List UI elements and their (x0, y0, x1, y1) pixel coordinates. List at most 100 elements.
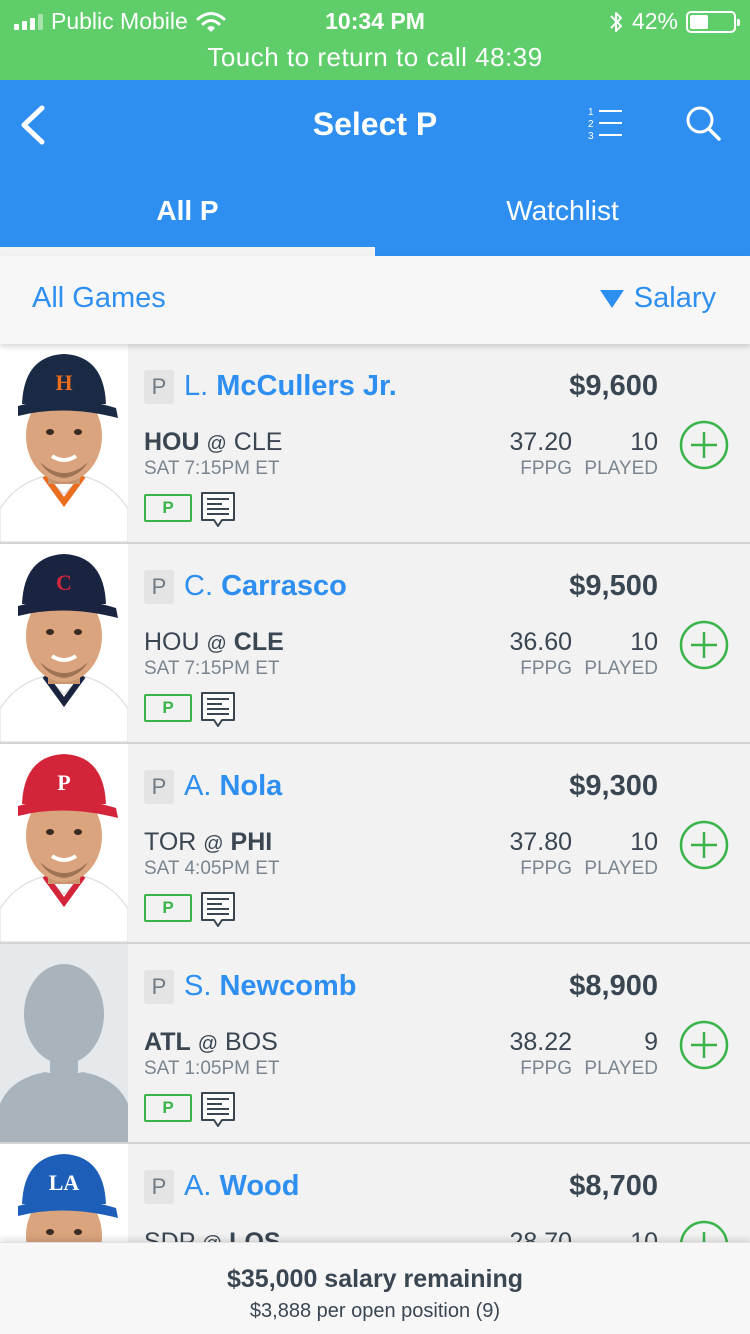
at-symbol: @ (203, 833, 224, 855)
home-team: CLE (233, 428, 283, 456)
player-last-name: McCullers Jr. (216, 370, 397, 402)
player-name[interactable]: A. Nola (184, 770, 282, 803)
per-position-salary: $3,888 per open position (9) (249, 1300, 501, 1322)
player-first-initial: S. (184, 970, 212, 1002)
away-team: HOU (144, 428, 200, 456)
matchup: SDP @ LOS (144, 1228, 281, 1242)
position-tag[interactable]: P (144, 894, 192, 922)
salary-footer: $35,000 salary remaining $3,888 per open… (0, 1242, 750, 1334)
home-team: CLE (233, 628, 284, 656)
ranked-list-icon[interactable]: 1 2 3 (586, 104, 626, 144)
fppg-value: 37.20 (509, 428, 572, 456)
fppg-label: FPPG (520, 658, 572, 679)
player-list[interactable]: H P L. McCullers Jr. $9,600 HOU @ CLE SA… (0, 344, 750, 1242)
player-name[interactable]: L. McCullers Jr. (184, 370, 397, 403)
sort-salary-button[interactable]: Salary (599, 282, 716, 315)
return-to-call-banner[interactable]: Touch to return to call 48:39 (0, 42, 750, 73)
player-salary: $8,700 (569, 1170, 658, 1202)
matchup: HOU @ CLE (144, 428, 282, 457)
add-player-icon[interactable] (679, 620, 729, 670)
player-name[interactable]: C. Carrasco (184, 570, 347, 603)
player-first-initial: L. (184, 370, 209, 402)
fppg-value: 37.80 (509, 828, 572, 856)
player-name[interactable]: S. Newcomb (184, 970, 356, 1003)
games-played-label: PLAYED (584, 858, 658, 879)
add-player-icon[interactable] (679, 420, 729, 470)
position-badge: P (144, 1170, 174, 1204)
nav-header: Select P 1 2 3 All P Watchlist (0, 80, 750, 256)
player-row[interactable]: P P A. Nola $9,300 TOR @ PHI SAT 4:05PM … (0, 744, 750, 944)
games-played-label: PLAYED (584, 658, 658, 679)
games-played-value: 10 (630, 428, 658, 456)
position-badge: P (144, 970, 174, 1004)
fppg-label: FPPG (520, 1058, 572, 1079)
away-team: SDP (144, 1228, 195, 1242)
add-player-icon[interactable] (679, 1020, 729, 1070)
player-row[interactable]: LA P A. Wood $8,700 SDP @ LOS 28.70 FPPG… (0, 1144, 750, 1242)
away-team: HOU (144, 628, 200, 656)
sort-descending-icon (599, 289, 624, 308)
player-first-initial: A. (184, 770, 212, 802)
player-row[interactable]: C P C. Carrasco $9,500 HOU @ CLE SAT 7:1… (0, 544, 750, 744)
active-tab-indicator (0, 247, 375, 256)
player-news-icon[interactable] (200, 691, 236, 729)
away-team: TOR (144, 828, 197, 856)
games-filter[interactable]: All Games (32, 282, 166, 315)
position-tag[interactable]: P (144, 694, 192, 722)
position-badge: P (144, 370, 174, 404)
player-first-initial: C. (184, 570, 213, 602)
player-photo: LA (0, 1144, 128, 1242)
games-played-value: 10 (630, 1228, 658, 1242)
player-last-name: Nola (219, 770, 283, 802)
games-played-label: PLAYED (584, 458, 658, 479)
salary-remaining: $35,000 salary remaining (226, 1265, 524, 1293)
home-team: BOS (224, 1028, 278, 1056)
fppg-value: 28.70 (509, 1228, 572, 1242)
games-played-label: PLAYED (584, 1058, 658, 1079)
bluetooth-icon (610, 11, 622, 32)
player-salary: $9,600 (569, 370, 658, 402)
player-last-name: Wood (219, 1170, 300, 1202)
fppg-label: FPPG (520, 858, 572, 879)
fppg-value: 38.22 (509, 1028, 572, 1056)
add-player-icon[interactable] (679, 1220, 729, 1242)
player-photo: C (0, 544, 128, 742)
home-team: PHI (230, 828, 273, 856)
svg-text:C: C (56, 570, 72, 595)
position-badge: P (144, 770, 174, 804)
position-badge: P (144, 570, 174, 604)
player-salary: $9,500 (569, 570, 658, 602)
add-player-icon[interactable] (679, 820, 729, 870)
svg-text:1: 1 (588, 107, 594, 118)
tab-watchlist[interactable]: Watchlist (375, 180, 750, 256)
home-team: LOS (229, 1228, 281, 1242)
player-name[interactable]: A. Wood (184, 1170, 299, 1203)
player-news-icon[interactable] (200, 491, 236, 529)
tab-all-p[interactable]: All P (0, 180, 375, 256)
player-news-icon[interactable] (200, 891, 236, 929)
position-tag[interactable]: P (144, 494, 192, 522)
svg-text:P: P (57, 770, 70, 795)
at-symbol: @ (206, 633, 227, 655)
svg-text:H: H (55, 370, 72, 395)
player-last-name: Carrasco (221, 570, 347, 602)
status-bar: Public Mobile 10:34 PM 42% Touch to retu… (0, 0, 750, 80)
player-salary: $8,900 (569, 970, 658, 1002)
fppg-value: 36.60 (509, 628, 572, 656)
matchup: ATL @ BOS (144, 1028, 278, 1057)
games-played-value: 10 (630, 828, 658, 856)
player-salary: $9,300 (569, 770, 658, 802)
game-time: SAT 7:15PM ET (144, 658, 280, 679)
filter-bar: All Games Salary (0, 256, 750, 344)
player-news-icon[interactable] (200, 1091, 236, 1129)
matchup: HOU @ CLE (144, 628, 284, 657)
search-icon[interactable] (684, 104, 722, 142)
game-time: SAT 4:05PM ET (144, 858, 280, 879)
player-row[interactable]: P S. Newcomb $8,900 ATL @ BOS SAT 1:05PM… (0, 944, 750, 1144)
player-photo-placeholder (0, 944, 128, 1142)
at-symbol: @ (197, 1033, 219, 1055)
player-row[interactable]: H P L. McCullers Jr. $9,600 HOU @ CLE SA… (0, 344, 750, 544)
at-symbol: @ (206, 433, 227, 455)
position-tag[interactable]: P (144, 1094, 192, 1122)
battery-icon (686, 10, 740, 33)
